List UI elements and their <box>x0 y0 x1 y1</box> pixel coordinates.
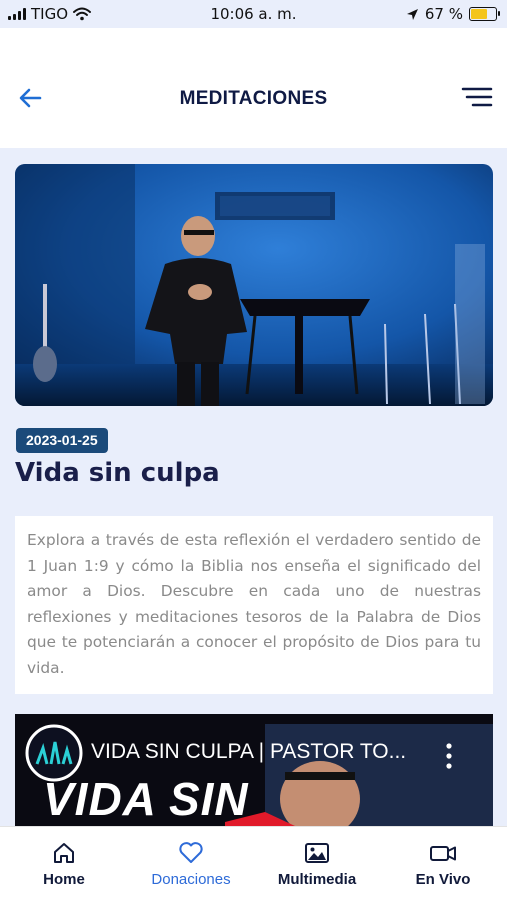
tab-en-vivo[interactable]: En Vivo <box>383 841 503 888</box>
meditation-description: Explora a través de esta reflexión el ve… <box>27 531 481 677</box>
date-badge: 2023-01-25 <box>16 428 108 453</box>
tab-label-home: Home <box>43 871 85 888</box>
bottom-tab-bar: Home Donaciones Multimedia En Vivo <box>0 826 507 900</box>
status-bar: TIGO 10:06 a. m. 67 % <box>0 0 507 28</box>
battery-percent: 67 % <box>424 5 463 23</box>
menu-icon[interactable] <box>461 84 493 112</box>
tab-label-en-vivo: En Vivo <box>415 871 471 888</box>
location-arrow-icon <box>406 8 418 20</box>
thumbnail-text: VIDA SIN <box>43 773 249 825</box>
heart-icon <box>179 842 203 863</box>
meditation-title: Vida sin culpa <box>15 458 220 488</box>
video-camera-icon <box>430 846 456 861</box>
tab-multimedia[interactable]: Multimedia <box>257 841 377 888</box>
video-player[interactable]: VIDA SIN CULPA | PASTOR TO... VIDA SIN <box>15 714 493 826</box>
app-header: MEDITACIONES <box>0 28 507 148</box>
stage-photo <box>15 164 493 406</box>
status-right: 67 % <box>406 5 500 23</box>
home-icon <box>54 843 74 863</box>
image-icon <box>305 843 329 863</box>
tab-label-multimedia: Multimedia <box>277 871 357 888</box>
description-card: Explora a través de esta reflexión el ve… <box>15 516 493 694</box>
tab-label-donaciones: Donaciones <box>151 871 231 888</box>
meditation-hero-image <box>15 164 493 406</box>
video-title: VIDA SIN CULPA | PASTOR TO... <box>91 740 407 763</box>
battery-icon <box>469 7 500 21</box>
tab-home[interactable]: Home <box>4 841 124 888</box>
page-title: MEDITACIONES <box>179 88 328 109</box>
more-options-icon[interactable] <box>445 742 453 770</box>
tab-donaciones[interactable]: Donaciones <box>131 841 251 888</box>
